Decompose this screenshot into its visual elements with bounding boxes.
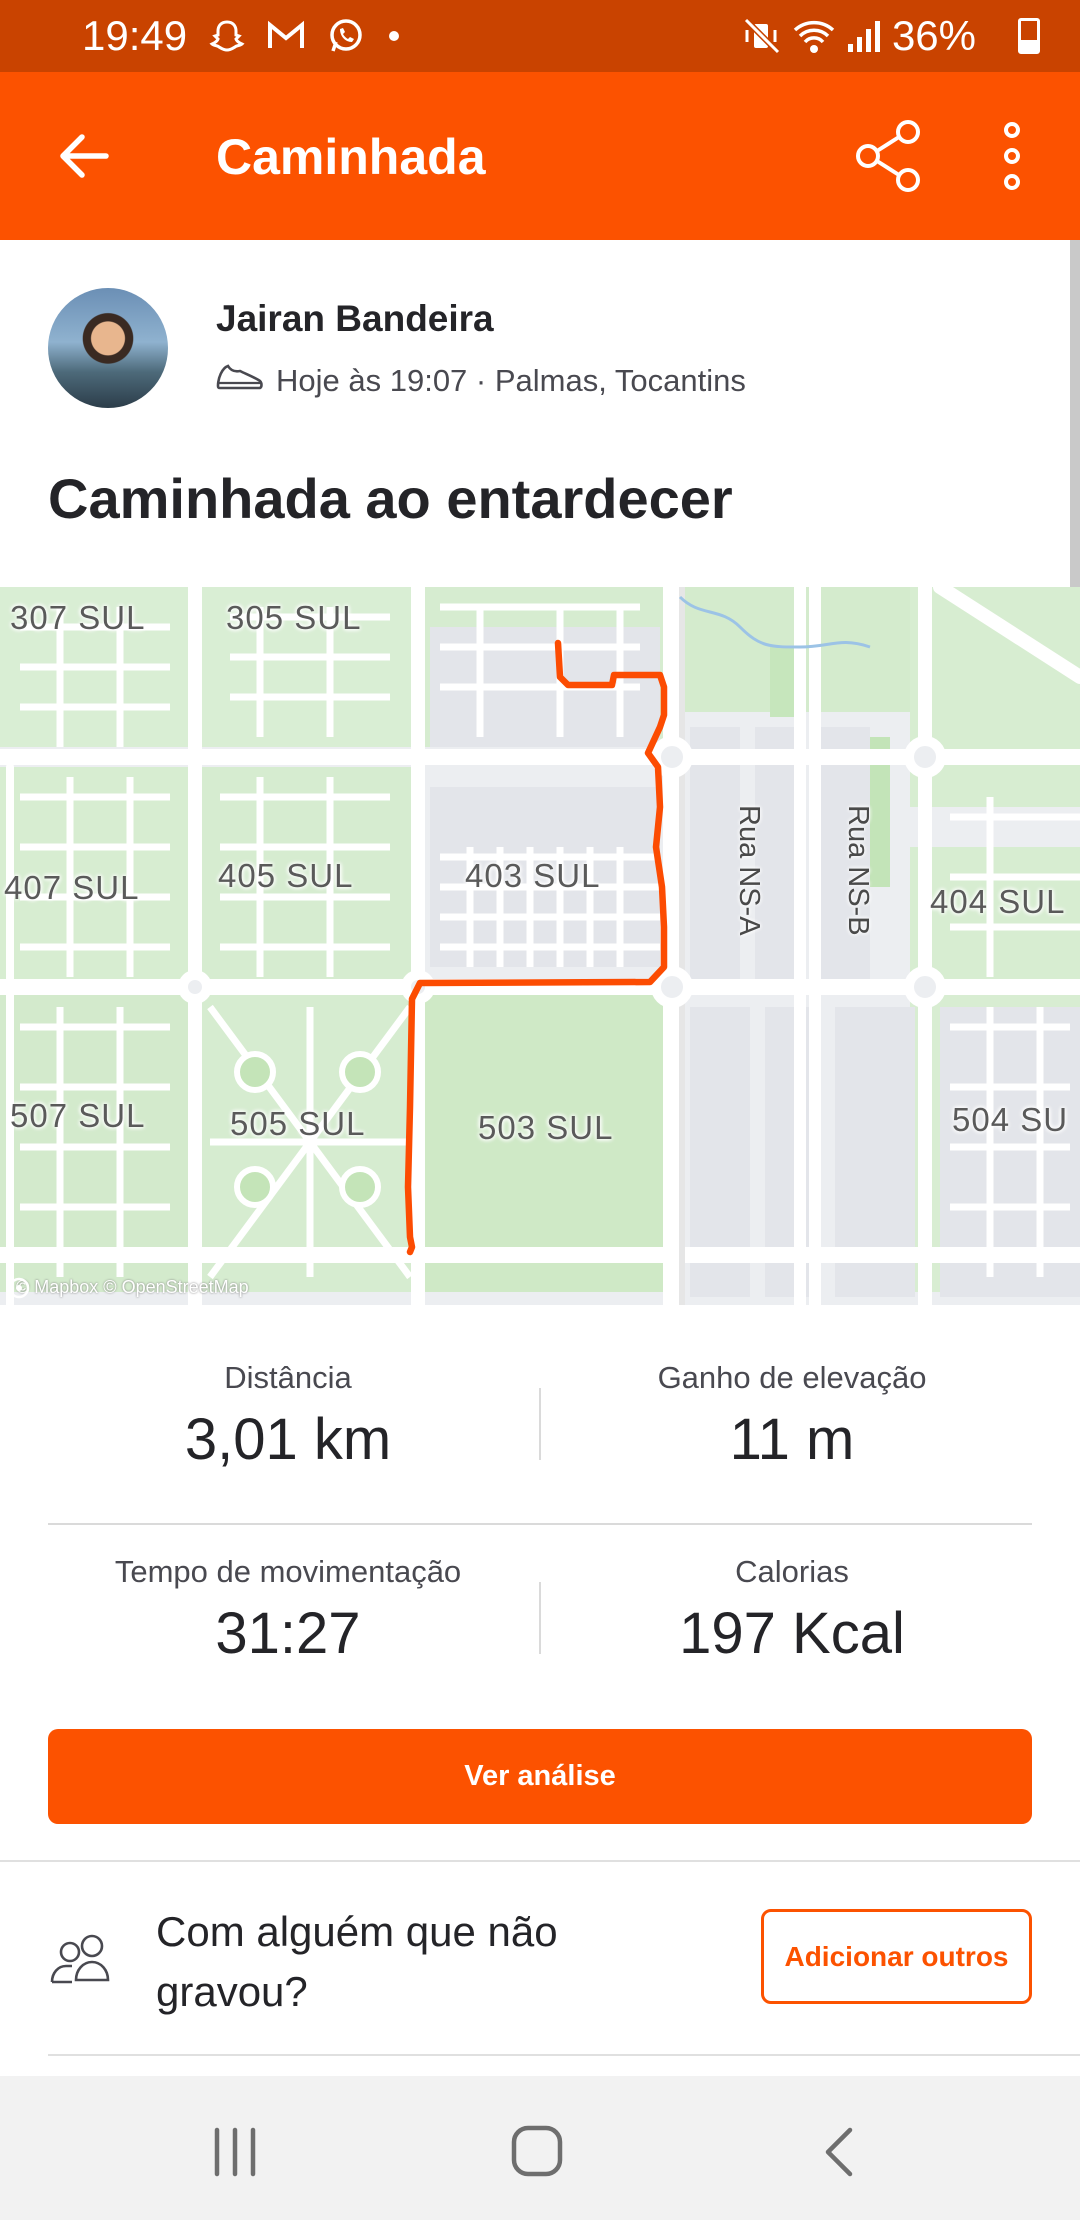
mute-vibrate-icon [742, 16, 782, 56]
map-label: 407 SUL [4, 869, 140, 906]
stat-label: Distância [224, 1360, 352, 1395]
share-icon[interactable] [850, 118, 926, 194]
divider [0, 1860, 1080, 1862]
map-label: 403 SUL [465, 857, 601, 894]
map-label: 507 SUL [10, 1097, 146, 1134]
add-others-button[interactable]: Adicionar outros [761, 1909, 1032, 2004]
stat-value: 31:27 [215, 1601, 361, 1666]
stat-row-divider [48, 1523, 1032, 1525]
divider [48, 2054, 1080, 2056]
roundabout [904, 966, 946, 1008]
park-circle [339, 1051, 381, 1093]
route-map[interactable]: 307 SUL 305 SUL 407 SUL 405 SUL 403 SUL … [0, 587, 1080, 1305]
add-others-prompt: Com alguém que não gravou? [156, 1908, 558, 2015]
gmail-icon [267, 20, 305, 52]
arrow-left-icon[interactable] [52, 124, 116, 188]
stat-value: 11 m [729, 1407, 855, 1472]
snapchat-icon [209, 18, 245, 54]
stat-divider [539, 1582, 541, 1654]
avatar[interactable] [48, 288, 168, 408]
road-label: Rua NS-B [842, 805, 874, 936]
stat-elevation: Ganho de elevação 11 m [552, 1360, 1032, 1473]
activity-date-location: Hoje às 19:07 · Palmas, Tocantins [276, 363, 746, 398]
battery-icon [1018, 18, 1040, 54]
road-label: Rua NS-A [733, 805, 765, 936]
stat-calories: Calorias 197 Kcal [552, 1554, 1032, 1667]
map-label: 307 SUL [10, 599, 146, 636]
stat-divider [539, 1388, 541, 1460]
stat-moving-time: Tempo de movimentação 31:27 [48, 1554, 528, 1667]
page-title: Caminhada [216, 129, 486, 185]
stats-panel: Distância 3,01 km Ganho de elevação 11 m… [48, 1330, 1032, 1690]
add-others-section: Com alguém que não gravou? Adicionar out… [48, 1880, 1032, 2040]
wifi-icon [792, 16, 836, 56]
park-circle [339, 1166, 381, 1208]
stat-label: Calorias [735, 1554, 849, 1589]
map-label: 404 SUL [930, 883, 1066, 920]
roundabout [178, 970, 212, 1004]
dot-icon [387, 29, 401, 43]
activity-meta: Hoje às 19:07 · Palmas, Tocantins [216, 362, 746, 400]
people-icon [48, 1930, 118, 1990]
attribution-text[interactable]: © Mapbox © OpenStreetMap [16, 1277, 249, 1298]
activity-title: Caminhada ao entardecer [48, 467, 733, 530]
app-bar: Caminhada [0, 72, 1080, 240]
more-vertical-icon[interactable] [992, 118, 1032, 194]
stat-value: 3,01 km [184, 1407, 392, 1472]
stat-distance: Distância 3,01 km [48, 1360, 528, 1473]
home-icon[interactable] [508, 2124, 568, 2180]
roundabout [651, 966, 693, 1008]
activity-header: Jairan Bandeira Hoje às 19:07 · Palmas, … [48, 288, 1028, 412]
park-circle [234, 1051, 276, 1093]
map-label: 305 SUL [226, 599, 362, 636]
map-attribution[interactable]: © Mapbox © OpenStreetMap [8, 1277, 249, 1299]
map-label: 505 SUL [230, 1105, 366, 1142]
park-circle [234, 1166, 276, 1208]
athlete-name[interactable]: Jairan Bandeira [216, 298, 494, 340]
status-bar: 19:49 36% [0, 0, 1080, 72]
back-icon[interactable] [810, 2124, 870, 2180]
map-label: 503 SUL [478, 1109, 614, 1146]
shoe-icon [216, 362, 264, 400]
stat-label: Tempo de movimentação [114, 1554, 462, 1589]
roundabout [904, 736, 946, 778]
map-label: 504 SU [952, 1101, 1069, 1138]
status-time: 19:49 [82, 12, 188, 59]
view-analysis-button[interactable]: Ver análise [48, 1729, 1032, 1824]
signal-icon [846, 18, 882, 54]
stat-value: 197 Kcal [679, 1601, 905, 1666]
recent-apps-icon[interactable] [205, 2124, 265, 2180]
stat-label: Ganho de elevação [657, 1360, 927, 1395]
whatsapp-icon [327, 17, 365, 55]
battery-percent: 36% [891, 12, 976, 59]
map-label: 405 SUL [218, 857, 354, 894]
system-nav-bar [0, 2076, 1080, 2220]
